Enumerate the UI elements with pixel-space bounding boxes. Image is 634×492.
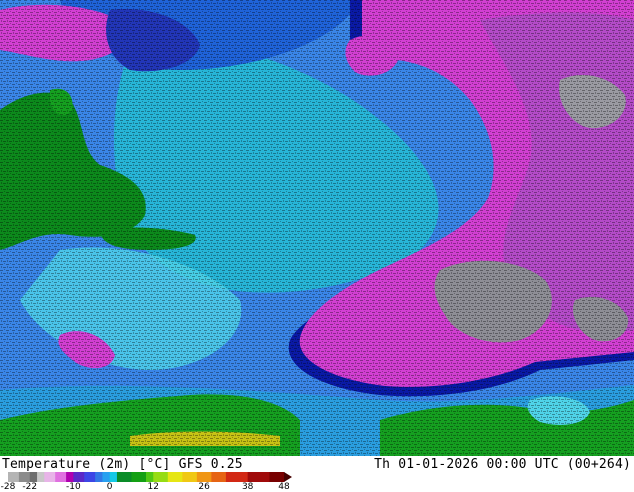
colorbar-tick-label: 48 (278, 482, 290, 492)
forecast-timestamp: Th 01-01-2026 00:00 UTC (00+264) (374, 457, 631, 472)
colorbar-tick-label: -10 (66, 482, 81, 492)
colorbar-segment (37, 472, 45, 482)
colorbar-segment (95, 472, 103, 482)
map-canvas (0, 0, 634, 456)
map-footer: Temperature (2m) [°C] GFS 0.25 Th 01-01-… (0, 456, 634, 492)
colorbar-tick-label: 26 (198, 482, 210, 492)
colorbar-segment (146, 472, 154, 482)
colorbar-segment (211, 472, 227, 482)
colorbar-segment (269, 472, 285, 482)
colorbar-segment (247, 472, 270, 482)
colorbar-segment (167, 472, 183, 482)
colorbar-segment (182, 472, 198, 482)
colorbar-tick-label: -22 (22, 482, 38, 492)
colorbar-segment (73, 472, 85, 482)
colorbar-tick-label: 38 (241, 482, 254, 492)
colorbar-segment (131, 472, 147, 482)
colorbar-tick-label: 0 (106, 482, 113, 492)
colorbar-segment (18, 472, 31, 482)
colorbar-segment (29, 472, 38, 482)
colorbar-segment (153, 472, 169, 482)
colorbar-tick-label: -28 (0, 482, 16, 492)
colorbar-segment (225, 472, 249, 482)
colorbar-segment (55, 472, 67, 482)
colorbar-segment (116, 472, 132, 482)
colorbar-segment (84, 472, 96, 482)
colorbar-segment (44, 472, 56, 482)
map-title: Temperature (2m) [°C] GFS 0.25 (2, 457, 243, 472)
colorbar-tick-label: 12 (147, 482, 159, 492)
colorbar-segment (109, 472, 118, 482)
value-grid-overlay (0, 0, 634, 456)
colorbar-segment (196, 472, 212, 482)
colorbar-segment (66, 472, 74, 482)
colorbar-segment (102, 472, 111, 482)
colorbar-segment (8, 472, 20, 482)
temperature-map (0, 0, 634, 456)
colorbar-max-arrow (284, 472, 292, 482)
temperature-colorbar (8, 472, 292, 482)
